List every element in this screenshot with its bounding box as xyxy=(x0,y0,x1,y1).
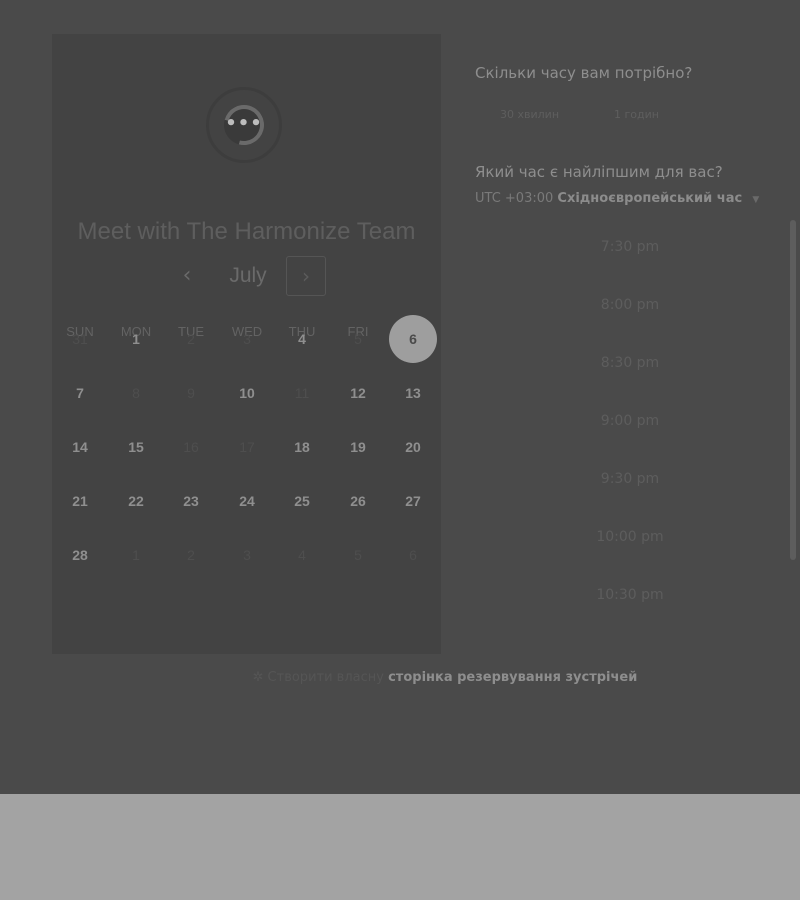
calendar-day-selected[interactable]: 6 xyxy=(389,315,437,363)
time-slot[interactable]: 9:00 pm xyxy=(560,413,700,429)
scrollbar[interactable] xyxy=(790,220,796,560)
footer-create-link[interactable]: ✲ Створити власну сторінка резервування з… xyxy=(0,670,800,685)
calendar-day: 3 xyxy=(243,547,251,563)
sparkle-icon: ✲ xyxy=(252,670,264,685)
calendar-day[interactable]: 14 xyxy=(56,423,104,471)
chat-dots-icon: ••• xyxy=(225,113,263,134)
duration-option-1h[interactable]: 1 годин xyxy=(614,108,659,121)
time-slot[interactable]: 10:00 pm xyxy=(560,529,700,545)
calendar-day: 2 xyxy=(187,331,195,347)
calendar-day: 11 xyxy=(294,385,310,401)
calendar-day[interactable]: 20 xyxy=(389,423,437,471)
calendar-day: 1 xyxy=(132,547,140,563)
calendar-panel: ••• Meet with The Harmonize Team ‹ July … xyxy=(52,34,441,654)
calendar-day[interactable]: 26 xyxy=(334,477,382,525)
calendar-day: 8 xyxy=(132,385,140,401)
calendar-day: 5 xyxy=(354,331,362,347)
harmonize-logo: ••• xyxy=(206,87,288,169)
time-slot[interactable]: 9:30 pm xyxy=(560,471,700,487)
next-month-button[interactable]: › xyxy=(286,256,326,296)
calendar-day[interactable]: 4 xyxy=(278,315,326,363)
calendar-day: 2 xyxy=(187,547,195,563)
chevron-right-icon: › xyxy=(302,264,310,288)
footer-prefix: Створити власну xyxy=(267,670,384,685)
calendar-day: 4 xyxy=(298,547,306,563)
calendar-day[interactable]: 23 xyxy=(167,477,215,525)
duration-question: Скільки часу вам потрібно? xyxy=(475,64,693,82)
month-label: July xyxy=(229,264,267,287)
calendar-day: 3 xyxy=(243,331,251,347)
month-navigation: ‹ July › xyxy=(52,256,441,298)
calendar-day: 9 xyxy=(187,385,195,401)
time-question: Який час є найліпшим для вас? xyxy=(475,163,723,181)
prev-month-button[interactable]: ‹ xyxy=(174,262,200,290)
time-slot[interactable]: 10:30 pm xyxy=(560,587,700,603)
calendar-day[interactable]: 25 xyxy=(278,477,326,525)
calendar-day[interactable]: 13 xyxy=(389,369,437,417)
calendar-day: 17 xyxy=(239,439,255,455)
calendar-day: 6 xyxy=(409,547,417,563)
time-slot[interactable]: 7:30 pm xyxy=(560,239,700,255)
timezone-selector[interactable]: UTC +03:00 Східноєвропейський час ▼ xyxy=(475,191,759,206)
calendar-day: 5 xyxy=(354,547,362,563)
timezone-name: Східноєвропейський час xyxy=(557,191,743,206)
footer-link[interactable]: сторінка резервування зустрічей xyxy=(388,670,637,685)
caret-down-icon: ▼ xyxy=(752,195,760,205)
calendar-day[interactable]: 12 xyxy=(334,369,382,417)
calendar-day: 16 xyxy=(183,439,199,455)
calendar-day[interactable]: 28 xyxy=(56,531,104,579)
page-title: Meet with The Harmonize Team xyxy=(77,218,416,245)
calendar-day[interactable]: 22 xyxy=(112,477,160,525)
timezone-offset: UTC +03:00 xyxy=(475,191,554,206)
calendar-day[interactable]: 19 xyxy=(334,423,382,471)
chevron-left-icon: ‹ xyxy=(182,263,192,288)
calendar-day[interactable]: 18 xyxy=(278,423,326,471)
calendar-day[interactable]: 21 xyxy=(56,477,104,525)
calendar-day[interactable]: 7 xyxy=(56,369,104,417)
duration-option-30min[interactable]: 30 хвилин xyxy=(500,108,559,121)
calendar-day[interactable]: 1 xyxy=(112,315,160,363)
time-slot[interactable]: 8:00 pm xyxy=(560,297,700,313)
calendar-day[interactable]: 24 xyxy=(223,477,271,525)
time-slot[interactable]: 8:30 pm xyxy=(560,355,700,371)
calendar-day[interactable]: 27 xyxy=(389,477,437,525)
calendar-day[interactable]: 15 xyxy=(112,423,160,471)
calendar-day: 31 xyxy=(72,331,88,347)
calendar-day[interactable]: 10 xyxy=(223,369,271,417)
